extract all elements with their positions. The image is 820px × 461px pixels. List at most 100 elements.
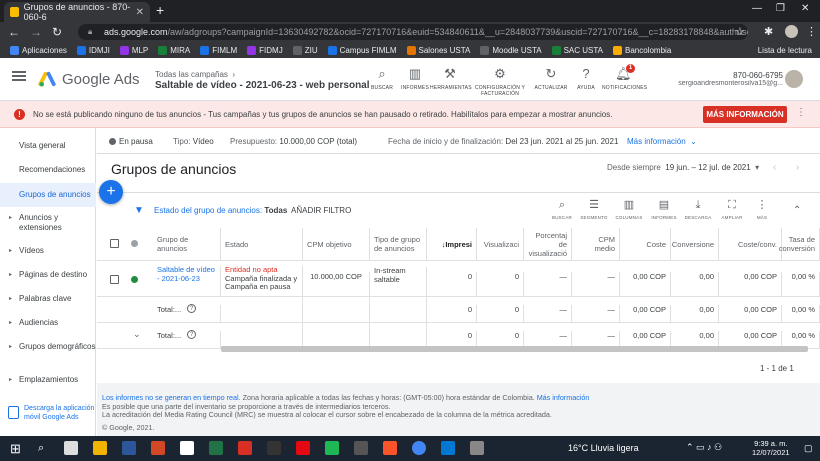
bookmark-item[interactable]: MLP <box>119 45 148 55</box>
netflix-icon[interactable] <box>296 441 310 455</box>
bookmark-item[interactable]: Salones USTA <box>406 45 470 55</box>
column-header[interactable]: Tipo de grupo de anuncios <box>370 228 427 260</box>
column-header[interactable]: Coste <box>620 228 671 260</box>
table-tool-download[interactable]: ⤓ DESCARGA <box>683 199 713 220</box>
status-filter[interactable]: Estado del grupo de anuncios: Todas <box>154 206 287 215</box>
header-tool-refresh[interactable]: ↻ ACTUALIZAR <box>531 67 571 92</box>
breadcrumb[interactable]: Todas las campañas › <box>155 70 235 79</box>
table-tool-search[interactable]: ⌕ BUSCAR <box>547 199 577 220</box>
app-dark-icon[interactable] <box>267 441 281 455</box>
bookmark-item[interactable]: Moodle USTA <box>480 45 542 55</box>
sidebar-item-vista-general[interactable]: Vista general <box>0 141 96 151</box>
new-tab-icon[interactable]: + <box>156 2 164 18</box>
add-ad-group-button[interactable]: + <box>99 180 123 204</box>
bookmark-item[interactable]: Campus FIMLM <box>327 45 397 55</box>
header-tool-help[interactable]: ? AYUDA <box>566 67 606 92</box>
powerpoint-icon[interactable] <box>151 441 165 455</box>
sidebar-item-anuncios-y-extensiones[interactable]: Anuncios y extensiones <box>0 213 96 233</box>
account-id[interactable]: 870-060-6795 <box>733 71 783 80</box>
more-info-link[interactable]: Más información ⌄ <box>627 137 697 146</box>
column-header[interactable]: CPM medio <box>572 228 620 260</box>
excel-icon[interactable] <box>209 441 223 455</box>
header-tool-gear[interactable]: ⚙ CONFIGURACIÓN Y FACTURACIÓN <box>473 67 527 98</box>
column-header[interactable]: Coste/conv. <box>719 228 782 260</box>
extensions-icon[interactable]: ✱ <box>764 25 773 38</box>
maximize-icon[interactable]: ❐ <box>776 3 785 14</box>
minimize-icon[interactable]: — <box>752 3 762 14</box>
collapse-icon[interactable]: ⌃ <box>793 205 801 216</box>
column-header[interactable]: Grupo de anuncios <box>153 228 221 260</box>
bookmark-item[interactable]: Bancolombia <box>613 45 671 55</box>
app-icon-2[interactable] <box>354 441 368 455</box>
clock[interactable]: 9:39 a. m. 12/07/2021 <box>752 439 790 457</box>
account-email[interactable]: sergioandresmonterosilva15@g... <box>653 80 783 87</box>
row-checkbox[interactable] <box>110 275 119 284</box>
file-explorer-icon[interactable] <box>93 441 107 455</box>
bookmark-item[interactable]: SAC USTA <box>551 45 603 55</box>
column-header[interactable]: Tasa de conversión <box>779 228 820 260</box>
bookmark-item[interactable]: MIRA <box>158 45 190 55</box>
notifications-icon[interactable]: ▢ <box>804 443 813 454</box>
reading-list[interactable]: Lista de lectura <box>758 46 812 55</box>
horizontal-scrollbar[interactable] <box>221 346 808 352</box>
weather-widget[interactable]: 16°C Lluvia ligera <box>568 443 639 453</box>
sidebar-item-grupos-de-anuncios[interactable]: Grupos de anuncios <box>0 183 96 207</box>
forward-icon[interactable]: → <box>30 25 42 39</box>
profile-avatar[interactable] <box>785 25 798 38</box>
bookmark-item[interactable]: FIMLM <box>200 45 237 55</box>
reload-icon[interactable]: ↻ <box>52 25 62 39</box>
expand-totals-icon[interactable]: ⌄ <box>133 329 141 340</box>
more-options-icon[interactable]: ⋮ <box>796 107 806 118</box>
spotify-icon[interactable] <box>325 441 339 455</box>
app-gray-icon[interactable] <box>470 441 484 455</box>
column-header[interactable]: CPM objetivo <box>303 228 370 260</box>
header-tool-wrench[interactable]: ⚒ HERRAMIENTAS <box>430 67 472 92</box>
select-all-checkbox[interactable] <box>110 239 119 248</box>
prev-period-icon[interactable]: ‹ <box>773 162 776 173</box>
add-filter-button[interactable]: AÑADIR FILTRO <box>291 206 351 215</box>
more-info-button[interactable]: MÁS INFORMACIÓN <box>703 106 787 123</box>
help-icon[interactable]: ? <box>187 330 196 339</box>
table-tool-more[interactable]: ⋮ MÁS <box>747 199 777 220</box>
taskbar-search-icon[interactable]: ⌕ <box>38 442 44 455</box>
ad-group-name-link[interactable]: Saltable de vídeo - 2021-06-23 <box>153 265 221 296</box>
app-red-icon[interactable] <box>238 441 252 455</box>
bookmark-item[interactable]: IDMJI <box>76 45 110 55</box>
address-bar[interactable]: 🔒︎ ads.google.com/aw/adgroups?campaignId… <box>78 24 748 40</box>
header-tool-bell[interactable]: 🔔︎ NOTIFICACIONES 1 <box>602 64 647 91</box>
account-avatar[interactable] <box>785 70 803 88</box>
task-view-icon[interactable] <box>64 441 78 455</box>
sidebar-item-grupos-demográficos[interactable]: Grupos demográficos <box>0 342 96 352</box>
app-blue-icon[interactable] <box>441 441 455 455</box>
sidebar-item-palabras-clave[interactable]: Palabras clave <box>0 294 96 304</box>
date-range-picker[interactable]: Desde siempre 19 jun. – 12 jul. de 2021 … <box>607 163 759 172</box>
sidebar-item-páginas-de-destino[interactable]: Páginas de destino <box>0 270 96 280</box>
back-icon[interactable]: ← <box>8 25 20 39</box>
system-tray-icons[interactable]: ⌃ ▭ ♪ ⚇ <box>686 442 722 453</box>
windows-start-icon[interactable]: ⊞ <box>10 441 21 457</box>
table-tool-expand[interactable]: ⛶ AMPLIAR <box>717 199 747 220</box>
campaign-title[interactable]: Saltable de vídeo - 2021-06-23 - web per… <box>155 80 370 91</box>
enabled-status-icon[interactable] <box>131 276 138 283</box>
download-app-link[interactable]: Descarga la aplicación móvil Google Ads <box>8 404 95 422</box>
brave-icon[interactable] <box>383 441 397 455</box>
column-header[interactable]: Conversione <box>671 228 719 260</box>
close-tab-icon[interactable]: ✕ <box>136 7 144 18</box>
column-header[interactable]: Porcentaj de visualizació <box>524 228 572 260</box>
bookmark-item[interactable]: Aplicaciones <box>10 45 67 55</box>
help-icon[interactable]: ? <box>187 304 196 313</box>
table-tool-columns[interactable]: ▥ COLUMNAS <box>614 199 644 220</box>
sidebar-item-audiencias[interactable]: Audiencias <box>0 318 96 328</box>
sidebar-item-emplazamientos[interactable]: Emplazamientos <box>0 375 96 385</box>
star-icon[interactable]: ☆ <box>735 25 745 38</box>
column-header[interactable]: Estado <box>221 228 303 260</box>
column-header[interactable]: Visualizaci <box>477 228 524 260</box>
bookmark-item[interactable]: FIDMJ <box>247 45 283 55</box>
table-tool-reports[interactable]: ▤ INFORMES <box>649 199 679 220</box>
column-header[interactable]: ↓ Impresi <box>427 228 477 260</box>
bookmark-item[interactable]: ZIU <box>292 45 318 55</box>
close-window-icon[interactable]: ✕ <box>801 3 809 14</box>
header-tool-reports[interactable]: ▥ INFORMES <box>395 67 435 92</box>
app-icon[interactable] <box>180 441 194 455</box>
browser-tab[interactable]: Grupos de anuncios - 870-060-6 ✕ <box>4 2 150 22</box>
